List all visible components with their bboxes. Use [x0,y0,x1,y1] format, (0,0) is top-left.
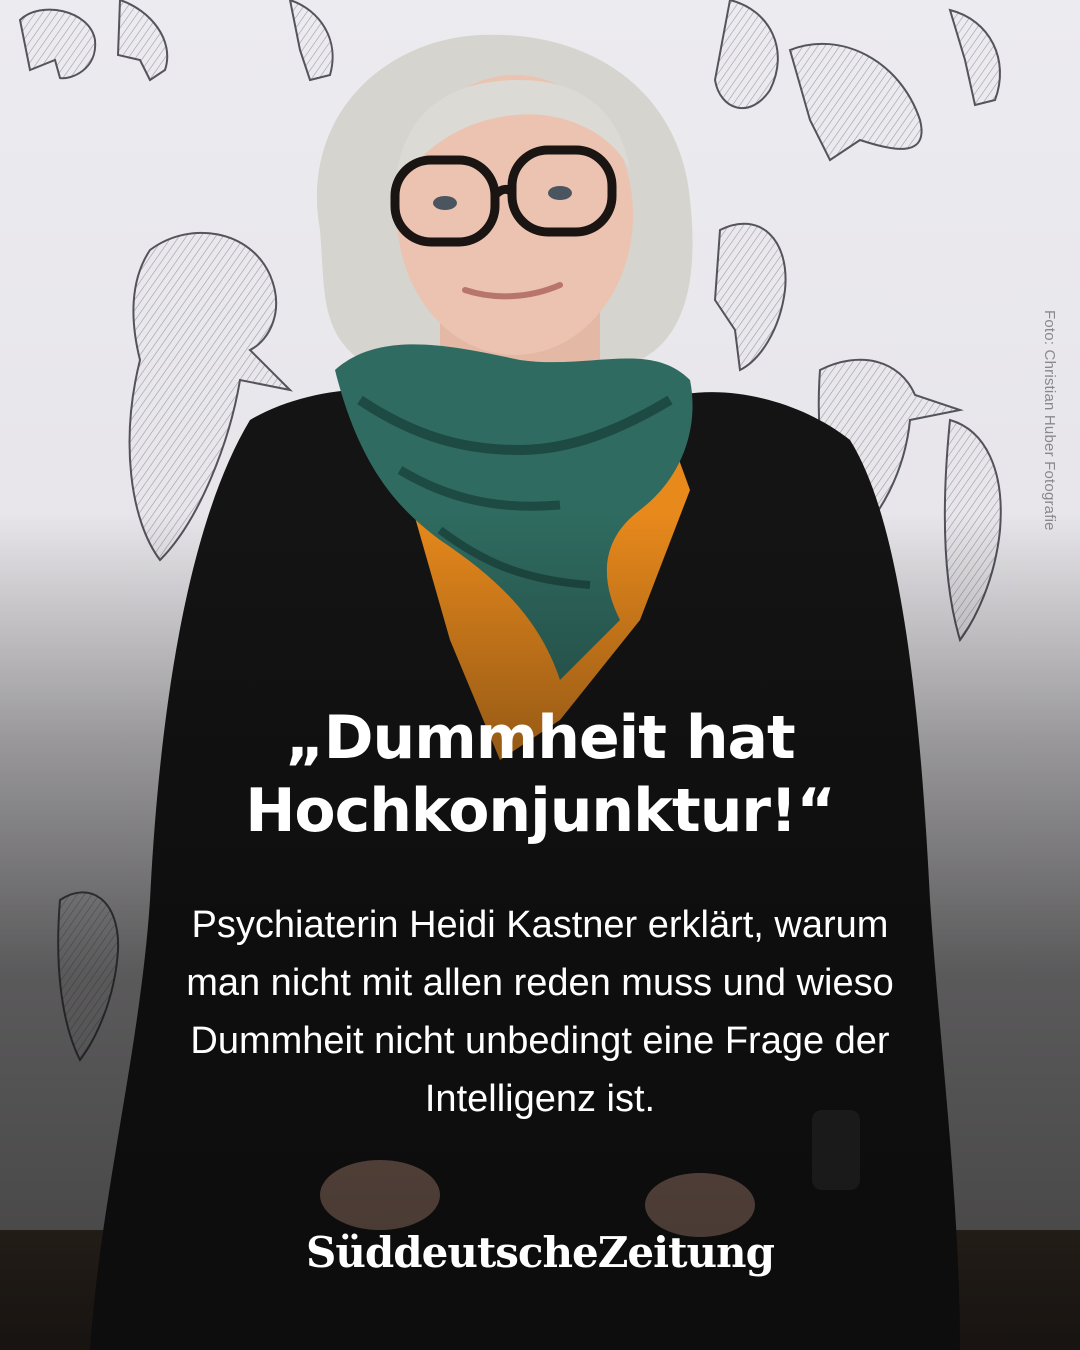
social-post-card: Foto: Christian Huber Fotografie „Dummhe… [0,0,1080,1350]
teaser-line: Intelligenz ist. [424,1078,656,1120]
headline-line: Hochkonjunktur!“ [245,776,836,846]
bottom-dark-gradient [0,0,1080,1350]
teaser-text: Psychiaterin Heidi Kastner erklärt, waru… [60,896,1020,1128]
photo-credit: Foto: Christian Huber Fotografie [1041,310,1058,531]
headline-quote: „Dummheit hat Hochkonjunktur!“ [40,702,1040,848]
teaser-line: Dummheit nicht unbedingt eine Frage der [190,1020,890,1062]
headline-line: „Dummheit hat [285,703,795,773]
teaser-line: man nicht mit allen reden muss und wieso [186,962,894,1004]
publisher-logo: SüddeutscheZeitung [306,1228,775,1277]
teaser-line: Psychiaterin Heidi Kastner erklärt, waru… [191,904,889,946]
